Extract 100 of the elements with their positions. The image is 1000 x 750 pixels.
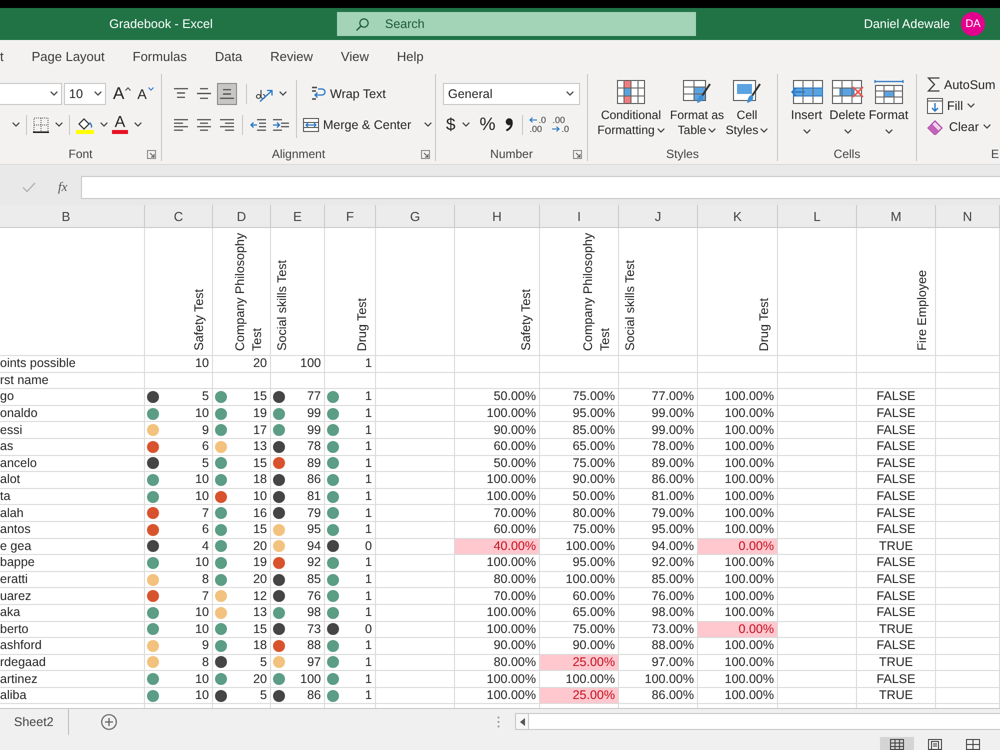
menu-tab[interactable]: Formulas — [118, 40, 201, 72]
wrap-text-button[interactable]: Wrap Text — [312, 82, 386, 104]
percent-cell: 50.00% — [455, 389, 540, 405]
align-center-icon[interactable] — [196, 118, 212, 130]
column-header[interactable]: M — [857, 205, 936, 228]
number-format-field[interactable]: General — [443, 82, 580, 104]
scroll-left-button[interactable] — [515, 713, 529, 730]
column-header[interactable]: B — [0, 205, 145, 228]
result-value: FALSE — [876, 506, 916, 521]
score-value: 0 — [365, 622, 372, 637]
search-field[interactable]: Search — [385, 16, 431, 32]
check-icon[interactable] — [22, 182, 36, 192]
shrink-font-button[interactable]: A — [137, 84, 154, 104]
fill-button[interactable]: Fill — [927, 96, 1000, 115]
column-header[interactable]: N — [936, 205, 1000, 228]
search-bar[interactable]: Search — [337, 12, 696, 36]
column-header[interactable]: I — [540, 205, 619, 228]
column-header[interactable]: G — [376, 205, 455, 228]
score-value: 19 — [253, 406, 267, 422]
cell-styles-button[interactable]: Cell Styles — [725, 74, 769, 138]
font-name-field[interactable] — [0, 82, 62, 104]
percent-cell: 100.00% — [698, 522, 778, 538]
align-middle-icon — [197, 88, 211, 99]
score-value: 13 — [253, 439, 267, 454]
percent-cell: 100.00% — [698, 472, 778, 488]
column-header[interactable]: F — [325, 205, 376, 228]
dialog-launcher-icon[interactable] — [147, 150, 156, 158]
column-header[interactable]: K — [698, 205, 778, 228]
menu-tab[interactable]: Review — [256, 40, 327, 72]
caret-icon — [134, 122, 142, 127]
menu-tab[interactable]: View — [326, 40, 383, 72]
percent-cell: 100.00% — [455, 472, 540, 488]
insert-button[interactable]: Insert — [786, 74, 827, 134]
grid-icon — [890, 738, 904, 750]
user-avatar[interactable]: DA — [961, 12, 985, 36]
clear-button[interactable]: Clear — [927, 117, 1000, 136]
percent-cell: 90.00% — [455, 638, 540, 654]
column-header[interactable]: L — [778, 205, 857, 228]
dialog-launcher-icon[interactable] — [573, 150, 582, 158]
increase-decimal-button[interactable]: .0 .00 — [529, 114, 548, 136]
group-label: E — [991, 147, 1000, 161]
align-left-icon[interactable] — [173, 118, 189, 130]
caret-icon[interactable] — [12, 122, 20, 127]
normal-view-button[interactable] — [880, 736, 914, 750]
percent-cell: 25.00% — [540, 688, 619, 704]
merge-center-button[interactable]: Merge & Center — [303, 114, 432, 136]
percent-cell: 100.00% — [698, 505, 778, 521]
align-bottom-button[interactable] — [217, 82, 237, 104]
score-value: 86 — [307, 688, 321, 704]
percent-cell: 81.00% — [619, 488, 698, 504]
horizontal-scrollbar[interactable] — [529, 713, 1000, 730]
percent-button[interactable]: % — [479, 114, 496, 136]
menu-tab[interactable]: Data — [200, 40, 256, 72]
formula-input-field[interactable] — [81, 176, 1000, 198]
student-name: ancelo — [0, 456, 37, 471]
grow-font-button[interactable]: A — [113, 84, 132, 104]
score-value: 18 — [253, 472, 267, 488]
user-name[interactable]: Daniel Adewale — [864, 17, 950, 31]
menu-tab[interactable]: Page Layout — [18, 40, 119, 72]
autosum-button[interactable]: AutoSum — [927, 75, 1000, 94]
increase-indent-icon[interactable] — [273, 118, 289, 130]
score-value: 1 — [365, 555, 372, 570]
points-value: 10 — [195, 356, 209, 372]
insert-function-button[interactable]: fx — [58, 179, 68, 195]
add-sheet-icon[interactable] — [100, 714, 117, 730]
drag-handle-icon[interactable] — [497, 716, 500, 728]
format-as-table-button[interactable]: Format as Table — [669, 74, 725, 138]
column-header[interactable]: J — [619, 205, 698, 228]
menu-tab[interactable]: t — [0, 40, 18, 72]
group-label: Cells — [834, 147, 860, 161]
dialog-launcher-icon[interactable] — [421, 150, 430, 158]
score-value: 15 — [253, 522, 267, 538]
result-value: FALSE — [876, 389, 916, 404]
align-right-icon[interactable] — [219, 118, 235, 130]
decrease-decimal-button[interactable]: .00 .0 — [552, 114, 570, 136]
result-value: FALSE — [876, 522, 916, 538]
percent-cell: 40.00% — [455, 538, 540, 554]
percent-cell: 78.00% — [619, 438, 698, 455]
column-header[interactable]: C — [145, 205, 213, 228]
conditional-formatting-button[interactable]: Conditional Formatting — [593, 74, 669, 138]
score-value: 81 — [307, 489, 321, 504]
decrease-indent-icon[interactable] — [250, 118, 266, 130]
column-header[interactable]: D — [213, 205, 271, 228]
font-size-field[interactable]: 10 — [64, 82, 106, 104]
menu-tab[interactable]: Help — [382, 40, 438, 72]
percent-cell: 99.00% — [619, 406, 698, 422]
arrow-left-icon — [529, 117, 538, 123]
percent-cell: 70.00% — [455, 505, 540, 521]
column-header[interactable]: E — [271, 205, 325, 228]
delete-button[interactable]: Delete — [827, 74, 868, 134]
font-color-button[interactable]: A — [112, 114, 142, 136]
column-header[interactable]: H — [455, 205, 540, 228]
currency-button[interactable]: $ — [446, 114, 470, 136]
percent-cell: 60.00% — [455, 438, 540, 455]
percent-cell: 100.00% — [455, 622, 540, 638]
format-button[interactable]: Format — [868, 74, 909, 134]
caret-icon — [708, 128, 716, 134]
percent-cell: 95.00% — [540, 555, 619, 571]
percent-cell: 100.00% — [455, 671, 540, 687]
comma-style-icon[interactable] — [505, 118, 514, 131]
